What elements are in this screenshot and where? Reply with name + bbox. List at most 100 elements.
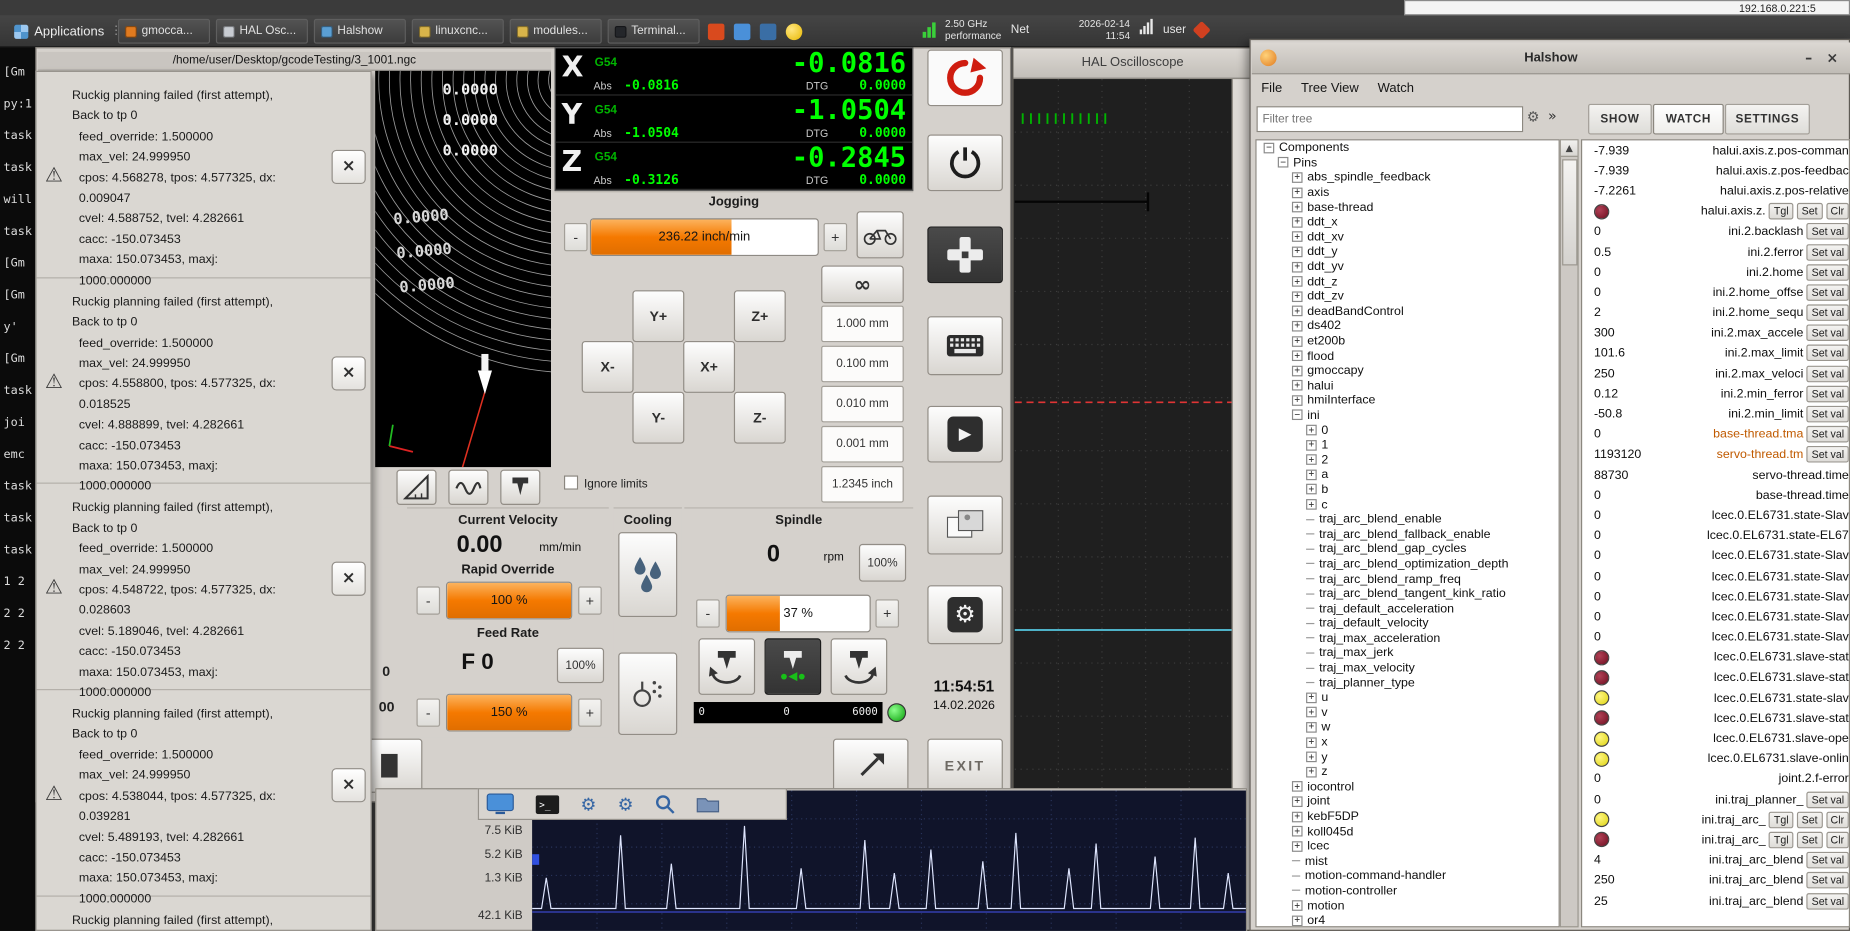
tree-item[interactable]: − Pins: [1257, 155, 1559, 170]
watch-action-button[interactable]: Set val: [1807, 852, 1849, 869]
watch-pin-label[interactable]: lcec.0.EL6731.slave-onlin: [1708, 752, 1849, 766]
ignore-limits-checkbox[interactable]: [564, 475, 578, 489]
dimensions-button[interactable]: [396, 470, 436, 505]
jog-speed-toggle-button[interactable]: [857, 211, 904, 258]
tree-item[interactable]: + 0: [1257, 423, 1559, 438]
increment-button[interactable]: 0.001 mm: [821, 426, 904, 463]
feed-reset-button[interactable]: 100%: [557, 648, 604, 683]
keyboard-button[interactable]: [927, 316, 1003, 375]
increment-button[interactable]: 0.010 mm: [821, 386, 904, 423]
tree-expander-icon[interactable]: +: [1306, 440, 1317, 451]
path-view-button[interactable]: [448, 470, 488, 505]
gcode-preview[interactable]: 0.00000.00000.0000 0.00000.00000.0000: [375, 71, 551, 467]
estop-button[interactable]: [927, 50, 1003, 107]
tree-item[interactable]: + ddt_yv: [1257, 259, 1559, 274]
watch-pin-label[interactable]: lcec.0.EL6731.state-EL67: [1707, 529, 1849, 543]
tree-expander-icon[interactable]: +: [1306, 484, 1317, 495]
rapid-plus-button[interactable]: +: [578, 586, 602, 614]
flood-coolant-button[interactable]: [618, 532, 677, 617]
tree-expander-icon[interactable]: +: [1292, 276, 1303, 287]
tree-item[interactable]: + flood: [1257, 348, 1559, 363]
tree-item[interactable]: traj_arc_blend_enable: [1257, 512, 1559, 527]
taskbar-window-button[interactable]: Terminal...: [608, 19, 700, 44]
tree-expander-icon[interactable]: +: [1292, 781, 1303, 792]
watch-action-button[interactable]: Set val: [1807, 264, 1849, 281]
tree-item-label[interactable]: traj_default_acceleration: [1319, 601, 1454, 615]
tree-item-label[interactable]: traj_arc_blend_tangent_kink_ratio: [1319, 587, 1506, 601]
tree-item[interactable]: + koll045d: [1257, 824, 1559, 839]
tree-expander-icon[interactable]: +: [1292, 187, 1303, 198]
filter-tree-input[interactable]: [1257, 106, 1524, 132]
tree-item-label[interactable]: traj_arc_blend_ramp_freq: [1319, 572, 1461, 586]
jog-speed-plus-button[interactable]: +: [824, 223, 848, 251]
tree-item[interactable]: + b: [1257, 482, 1559, 497]
tree-item[interactable]: + deadBandControl: [1257, 304, 1559, 319]
tree-item-label[interactable]: u: [1321, 691, 1328, 705]
spindle-cw-button[interactable]: [831, 638, 888, 695]
watch-action-button[interactable]: Set val: [1807, 223, 1849, 240]
watch-pin-label[interactable]: ini.traj_planner_: [1715, 792, 1803, 806]
tray-icon[interactable]: [760, 23, 777, 40]
display-icon[interactable]: [486, 793, 514, 815]
exit-button[interactable]: EXIT: [927, 739, 1003, 793]
tree-item-label[interactable]: Components: [1279, 141, 1349, 155]
rapid-override-slider[interactable]: 100 %: [446, 582, 572, 620]
tree-item[interactable]: traj_arc_blend_ramp_freq: [1257, 571, 1559, 586]
tree-item-label[interactable]: ddt_xv: [1307, 230, 1344, 244]
tree-item[interactable]: + ds402: [1257, 319, 1559, 334]
tree-expander-icon[interactable]: +: [1306, 767, 1317, 778]
dro-axis-row[interactable]: Y G54 -1.0504 Abs -1.0504 DTG 0.0000: [556, 96, 912, 143]
watch-pin-label[interactable]: lcec.0.EL6731.state-slav: [1714, 691, 1849, 705]
watch-pin-label[interactable]: ini.2.home_sequ: [1712, 306, 1803, 320]
taskbar-window-button[interactable]: HAL Osc...: [216, 19, 308, 44]
halshow-tab[interactable]: WATCH: [1653, 104, 1724, 135]
tree-item[interactable]: motion-controller: [1257, 883, 1559, 898]
watch-pin-label[interactable]: ini.2.min_ferror: [1721, 387, 1804, 401]
tree-item-label[interactable]: traj_default_velocity: [1319, 616, 1429, 630]
tree-item[interactable]: traj_max_jerk: [1257, 646, 1559, 661]
watch-action-button[interactable]: Set: [1797, 811, 1822, 828]
watch-pin-label[interactable]: ini.2.max_accele: [1711, 326, 1803, 340]
tree-item-label[interactable]: ds402: [1307, 319, 1341, 333]
tray-icon[interactable]: [708, 23, 725, 40]
fullscreen-button[interactable]: [833, 739, 909, 793]
tree-item-label[interactable]: z: [1321, 765, 1327, 779]
tree-item[interactable]: + c: [1257, 497, 1559, 512]
tree-expander-icon[interactable]: +: [1292, 217, 1303, 228]
watch-pin-label[interactable]: lcec.0.EL6731.state-Slav: [1712, 630, 1849, 644]
tree-expander-icon[interactable]: +: [1306, 707, 1317, 718]
spindle-override-slider[interactable]: 37 %: [726, 595, 871, 633]
spindle-minus-button[interactable]: -: [696, 599, 720, 627]
watch-pin-label[interactable]: lcec.0.EL6731.state-Slav: [1712, 508, 1849, 522]
tree-expander-icon[interactable]: +: [1292, 900, 1303, 911]
tree-item-label[interactable]: base-thread: [1307, 200, 1373, 214]
tree-item[interactable]: traj_default_velocity: [1257, 616, 1559, 631]
feed-override-slider[interactable]: 150 %: [446, 694, 572, 732]
close-message-button[interactable]: ×: [332, 562, 366, 596]
watch-pin-label[interactable]: ini.2.ferror: [1748, 245, 1804, 259]
tree-item-label[interactable]: traj_arc_blend_gap_cycles: [1319, 542, 1466, 556]
watch-pin-label[interactable]: ini.traj_arc_blend: [1709, 894, 1803, 908]
feed-minus-button[interactable]: -: [416, 698, 440, 726]
tree-item-label[interactable]: motion-controller: [1305, 884, 1397, 898]
watch-pin-label[interactable]: ini.2.min_limit: [1728, 407, 1803, 421]
increment-button[interactable]: 0.100 mm: [821, 346, 904, 383]
tree-item-label[interactable]: traj_arc_blend_enable: [1319, 512, 1442, 526]
watch-pin-label[interactable]: ini.2.home: [1746, 265, 1803, 279]
continuous-jog-button[interactable]: ∞: [821, 265, 904, 303]
tree-item-label[interactable]: ddt_yv: [1307, 260, 1344, 274]
smiley-tray-icon[interactable]: [786, 23, 803, 40]
tree-item-label[interactable]: ddt_x: [1307, 215, 1337, 229]
watch-pin-label[interactable]: ini.2.home_offse: [1713, 285, 1804, 299]
axis-jog-button[interactable]: X+: [683, 341, 735, 393]
watch-action-button[interactable]: Set val: [1807, 791, 1849, 808]
tree-item[interactable]: + or4: [1257, 913, 1559, 927]
tree-expander-icon[interactable]: +: [1306, 737, 1317, 748]
tree-item[interactable]: traj_arc_blend_gap_cycles: [1257, 542, 1559, 557]
tree-item-label[interactable]: ddt_z: [1307, 274, 1337, 288]
watch-action-button[interactable]: Set val: [1807, 365, 1849, 382]
tree-item-label[interactable]: mist: [1305, 854, 1328, 868]
spindle-ccw-button[interactable]: [698, 638, 755, 695]
tree-item[interactable]: traj_max_acceleration: [1257, 631, 1559, 646]
mist-coolant-button[interactable]: [618, 652, 677, 735]
